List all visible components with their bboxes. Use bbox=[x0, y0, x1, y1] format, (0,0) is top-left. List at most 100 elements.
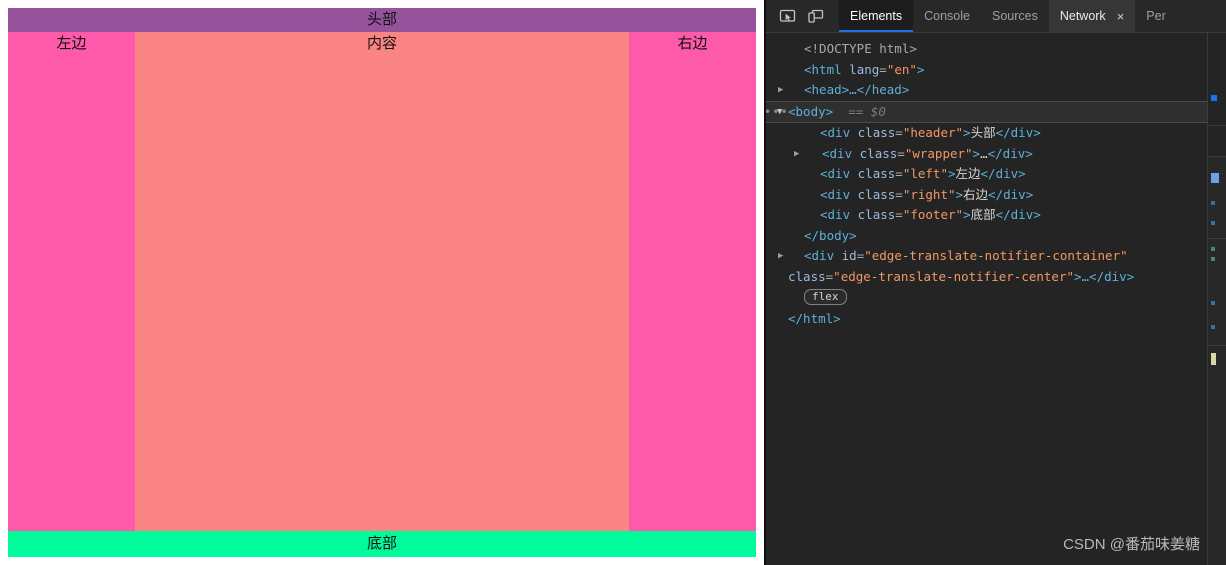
body-selection-marker: == $0 bbox=[848, 103, 886, 119]
page-body: 头部 内容 左边 右边 底部 bbox=[8, 8, 756, 557]
sliver-swatch bbox=[1211, 325, 1215, 329]
child3-attr: class bbox=[857, 186, 896, 202]
child3-close-tag: div bbox=[1003, 186, 1026, 202]
notifier-open-tag: <div bbox=[804, 248, 835, 263]
child2-text: 左边 bbox=[955, 166, 981, 181]
child3-value: "right" bbox=[902, 186, 956, 202]
tab-elements-label: Elements bbox=[850, 9, 903, 23]
notifier-id-value: "edge-translate-notifier-container" bbox=[864, 248, 1128, 263]
tab-sources-label: Sources bbox=[991, 9, 1038, 23]
child2-value: "left" bbox=[902, 166, 948, 181]
sliver-swatch bbox=[1211, 221, 1215, 225]
device-toolbar-icon bbox=[807, 8, 824, 25]
sliver-swatch bbox=[1211, 353, 1216, 365]
devtools-panel: Elements Console Sources Network × Per <… bbox=[764, 0, 1226, 565]
dom-tree[interactable]: <!DOCTYPE html> <html lang="en"> ▶ <head… bbox=[766, 33, 1208, 565]
dom-row-right[interactable]: <div class="right">右边</div> bbox=[766, 185, 1208, 206]
dom-row-header[interactable]: <div class="header">头部</div> bbox=[766, 123, 1208, 144]
rendered-page-viewport: 头部 内容 左边 右边 底部 bbox=[0, 0, 764, 565]
html-open-tag: <html bbox=[804, 61, 842, 77]
dom-row-left[interactable]: <div class="left">左边</div> bbox=[766, 164, 1208, 185]
notifier-tail: >…</div> bbox=[1074, 268, 1135, 284]
sliver-swatch bbox=[1211, 257, 1215, 261]
child2-close-tag: div bbox=[995, 166, 1019, 181]
child4-tag: div bbox=[827, 207, 851, 222]
child1-value: "wrapper" bbox=[904, 145, 973, 161]
doctype-text: <!DOCTYPE html> bbox=[804, 41, 917, 56]
device-toolbar-button[interactable] bbox=[801, 0, 829, 32]
child1-tag: div bbox=[829, 145, 853, 161]
child2-tag: div bbox=[827, 166, 851, 181]
html-close-tag: </html> bbox=[788, 311, 841, 326]
chevron-right-icon[interactable]: ▶ bbox=[778, 80, 783, 101]
child3-text: 右边 bbox=[963, 186, 989, 202]
head-collapsed: <head>…</head> bbox=[804, 82, 910, 97]
dom-line-doctype[interactable]: <!DOCTYPE html> bbox=[766, 39, 1208, 60]
devtools-body: <!DOCTYPE html> <html lang="en"> ▶ <head… bbox=[766, 33, 1226, 565]
child4-close-tag: div bbox=[1010, 207, 1034, 222]
sliver-divider bbox=[1208, 345, 1226, 346]
flex-badge[interactable]: flex bbox=[804, 289, 847, 305]
notifier-class-value: "edge-translate-notifier-center" bbox=[833, 268, 1074, 284]
dom-row-footer[interactable]: <div class="footer">底部</div> bbox=[766, 205, 1208, 226]
notifier-class-attr: class bbox=[788, 268, 826, 284]
dom-line-body[interactable]: ••• ▼ <body> == $0 bbox=[766, 100, 1208, 123]
chevron-down-icon[interactable]: ▼ bbox=[777, 102, 782, 123]
sliver-swatch bbox=[1211, 301, 1215, 305]
child1-close-tag: div bbox=[1002, 145, 1026, 161]
dom-line-body-close[interactable]: </body> bbox=[766, 226, 1208, 247]
csdn-watermark: CSDN @番茄味姜糖 bbox=[1063, 536, 1200, 553]
inspect-element-icon bbox=[779, 8, 796, 25]
dom-line-html-close[interactable]: </html> bbox=[766, 309, 1208, 330]
child4-value: "footer" bbox=[902, 207, 964, 222]
child0-close-tag: div bbox=[1010, 125, 1034, 140]
html-lang-attr: lang bbox=[849, 61, 880, 77]
html-lang-value: "en" bbox=[886, 61, 917, 77]
sliver-block bbox=[1208, 33, 1226, 125]
tab-sources[interactable]: Sources bbox=[981, 0, 1049, 32]
tab-network-label: Network bbox=[1059, 9, 1106, 23]
page-header-block: 头部 bbox=[8, 8, 756, 32]
tab-performance[interactable]: Per bbox=[1135, 0, 1176, 32]
child0-text: 头部 bbox=[970, 125, 996, 140]
child0-tag: div bbox=[827, 125, 851, 140]
sliver-swatch bbox=[1211, 95, 1217, 101]
sliver-swatch bbox=[1211, 247, 1215, 251]
page-footer-block: 底部 bbox=[8, 531, 756, 557]
notifier-id-attr: id bbox=[841, 248, 857, 263]
tab-console[interactable]: Console bbox=[913, 0, 981, 32]
inspect-element-button[interactable] bbox=[773, 0, 801, 32]
child0-value: "header" bbox=[902, 125, 964, 140]
child1-attr: class bbox=[859, 145, 898, 161]
tabbar-divider bbox=[829, 0, 839, 32]
tab-performance-label: Per bbox=[1146, 9, 1166, 23]
dom-line-notifier-class[interactable]: class="edge-translate-notifier-center">…… bbox=[766, 267, 1208, 288]
child4-attr: class bbox=[857, 207, 896, 222]
sliver-swatch bbox=[1211, 201, 1215, 205]
tab-console-label: Console bbox=[924, 9, 970, 23]
page-left-block: 左边 bbox=[8, 32, 135, 531]
child2-attr: class bbox=[857, 166, 896, 181]
dom-row-wrapper[interactable]: ▶ <div class="wrapper">…</div> bbox=[766, 144, 1208, 165]
dom-line-html-open[interactable]: <html lang="en"> bbox=[766, 60, 1208, 81]
html-open-close: > bbox=[916, 61, 925, 77]
tab-network[interactable]: Network × bbox=[1048, 0, 1136, 32]
chevron-right-icon[interactable]: ▶ bbox=[794, 144, 799, 165]
dom-line-notifier-open[interactable]: ▶ <div id="edge-translate-notifier-conta… bbox=[766, 246, 1208, 267]
dom-line-head[interactable]: ▶ <head>…</head> bbox=[766, 80, 1208, 101]
page-right-block: 右边 bbox=[629, 32, 756, 531]
close-icon[interactable]: × bbox=[1117, 10, 1125, 23]
tab-elements[interactable]: Elements bbox=[839, 0, 914, 32]
sliver-divider bbox=[1208, 238, 1226, 239]
child4-text: 底部 bbox=[970, 207, 996, 222]
chevron-right-icon[interactable]: ▶ bbox=[778, 246, 783, 267]
child1-text: … bbox=[980, 145, 988, 161]
body-open-tag: <body> bbox=[788, 103, 834, 119]
dom-line-flex-badge[interactable]: flex bbox=[766, 287, 1208, 309]
screen: 头部 内容 左边 右边 底部 Elements Console Sources … bbox=[0, 0, 1226, 565]
body-close-tag: </body> bbox=[804, 227, 857, 243]
child0-attr: class bbox=[857, 125, 896, 140]
sliver-divider bbox=[1208, 156, 1226, 157]
devtools-tabbar: Elements Console Sources Network × Per bbox=[766, 0, 1226, 33]
styles-pane-sliver[interactable] bbox=[1207, 33, 1226, 565]
